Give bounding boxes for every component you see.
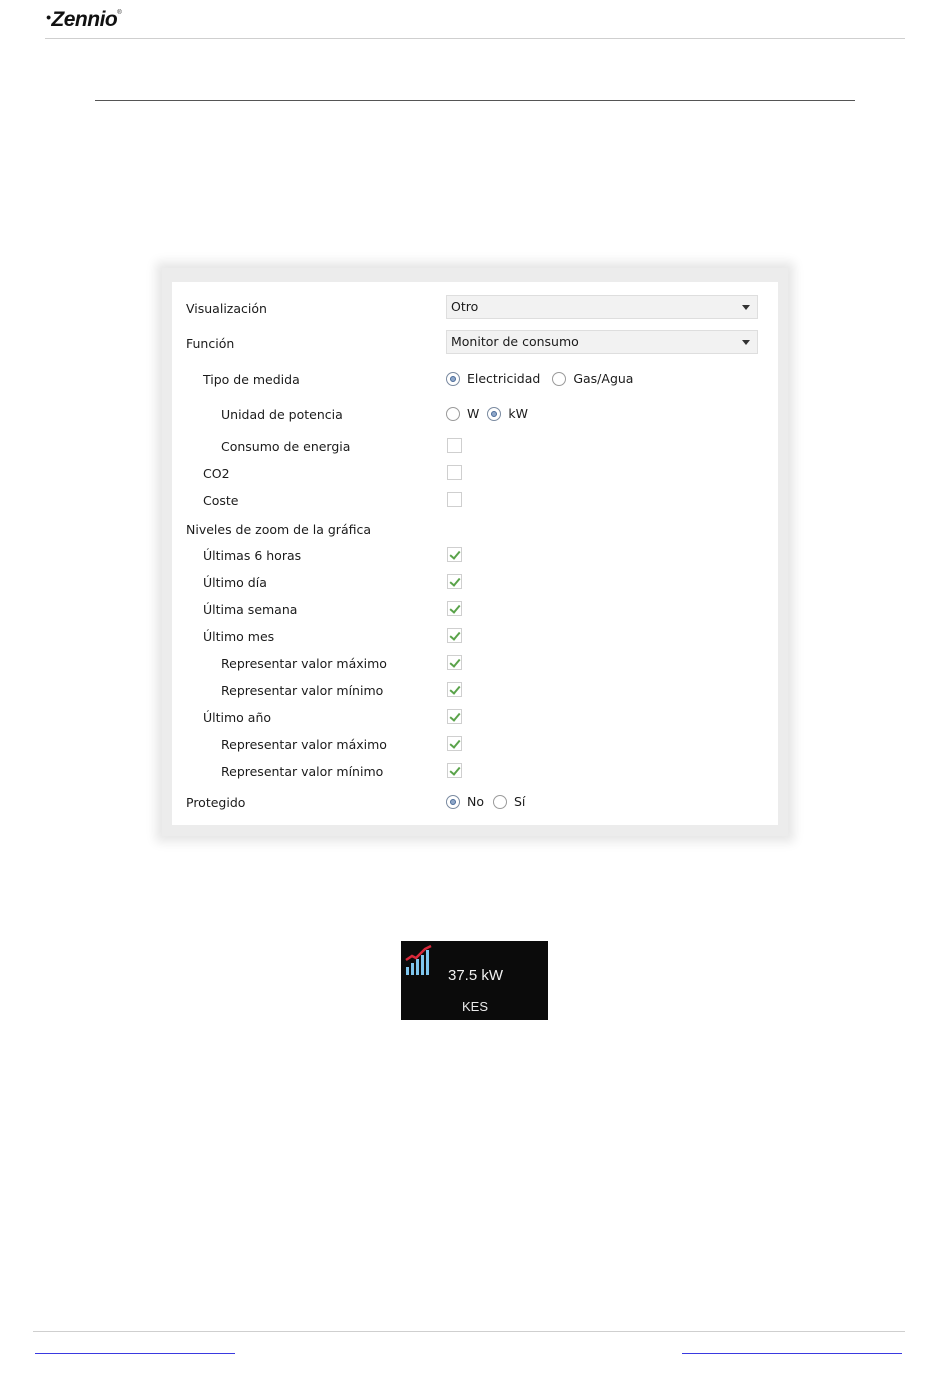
- consumption-value: 37.5 kW: [448, 967, 504, 984]
- radio-si[interactable]: [493, 794, 507, 809]
- no-label: No: [467, 794, 484, 809]
- ultimo-anio-label: Último año: [203, 710, 272, 725]
- w-label: W: [467, 406, 480, 421]
- radio-electricidad[interactable]: [446, 371, 460, 386]
- unidad-potencia-radio-group: W kW: [446, 406, 540, 421]
- ultimo-dia-checkbox[interactable]: [447, 574, 462, 589]
- consumo-energia-label: Consumo de energia: [221, 439, 351, 454]
- consumo-energia-checkbox[interactable]: [447, 438, 462, 453]
- footer-link-left[interactable]: [35, 1353, 235, 1354]
- mes-valor-maximo-label: Representar valor máximo: [221, 656, 387, 671]
- electricidad-label: Electricidad: [467, 371, 541, 386]
- widget-name: KES: [462, 999, 489, 1014]
- visualizacion-dropdown[interactable]: Otro: [446, 295, 758, 319]
- anio-valor-maximo-label: Representar valor máximo: [221, 737, 387, 752]
- funcion-value: Monitor de consumo: [451, 334, 579, 349]
- ultimo-anio-checkbox[interactable]: [447, 709, 462, 724]
- ultimo-dia-label: Último día: [203, 575, 267, 590]
- chevron-down-icon: [742, 305, 750, 310]
- anio-valor-maximo-checkbox[interactable]: [447, 736, 462, 751]
- coste-checkbox[interactable]: [447, 492, 462, 507]
- unidad-potencia-label: Unidad de potencia: [221, 407, 343, 422]
- ultima-semana-label: Última semana: [203, 602, 298, 617]
- protegido-label: Protegido: [186, 795, 246, 810]
- header-divider: [45, 38, 905, 39]
- coste-label: Coste: [203, 493, 239, 508]
- parameters-panel: Visualización Otro Función Monitor de co…: [172, 282, 778, 825]
- chevron-down-icon: [742, 340, 750, 345]
- tipo-medida-radio-group: Electricidad Gas/Agua: [446, 371, 645, 386]
- radio-no[interactable]: [446, 794, 460, 809]
- co2-label: CO2: [203, 466, 230, 481]
- radio-w[interactable]: [446, 406, 460, 421]
- radio-kw[interactable]: [487, 406, 502, 421]
- anio-valor-minimo-checkbox[interactable]: [447, 763, 462, 778]
- zoom-levels-heading: Niveles de zoom de la gráfica: [186, 522, 372, 537]
- co2-checkbox[interactable]: [447, 465, 462, 480]
- zennio-logo: •Zennio®: [46, 8, 122, 31]
- tipo-medida-label: Tipo de medida: [203, 372, 300, 387]
- protegido-radio-group: No Sí: [446, 794, 537, 809]
- ultimas-6-horas-label: Últimas 6 horas: [203, 548, 302, 563]
- funcion-label: Función: [186, 336, 235, 351]
- mes-valor-minimo-checkbox[interactable]: [447, 682, 462, 697]
- ultimo-mes-label: Último mes: [203, 629, 275, 644]
- si-label: Sí: [514, 794, 526, 809]
- ultimas-6-horas-checkbox[interactable]: [447, 547, 462, 562]
- gas-agua-label: Gas/Agua: [573, 371, 634, 386]
- radio-gas-agua[interactable]: [552, 371, 567, 386]
- section-divider: [95, 100, 855, 101]
- ultima-semana-checkbox[interactable]: [447, 601, 462, 616]
- footer-divider: [33, 1331, 905, 1332]
- ultimo-mes-checkbox[interactable]: [447, 628, 462, 643]
- kw-label: kW: [508, 406, 528, 421]
- consumption-chart-icon: [405, 944, 432, 975]
- visualizacion-value: Otro: [451, 299, 479, 314]
- visualizacion-label: Visualización: [186, 301, 267, 316]
- footer-link-right[interactable]: [682, 1353, 902, 1354]
- funcion-dropdown[interactable]: Monitor de consumo: [446, 330, 758, 354]
- mes-valor-maximo-checkbox[interactable]: [447, 655, 462, 670]
- mes-valor-minimo-label: Representar valor mínimo: [221, 683, 384, 698]
- consumption-widget[interactable]: 37.5 kW KES: [401, 941, 548, 1020]
- anio-valor-minimo-label: Representar valor mínimo: [221, 764, 384, 779]
